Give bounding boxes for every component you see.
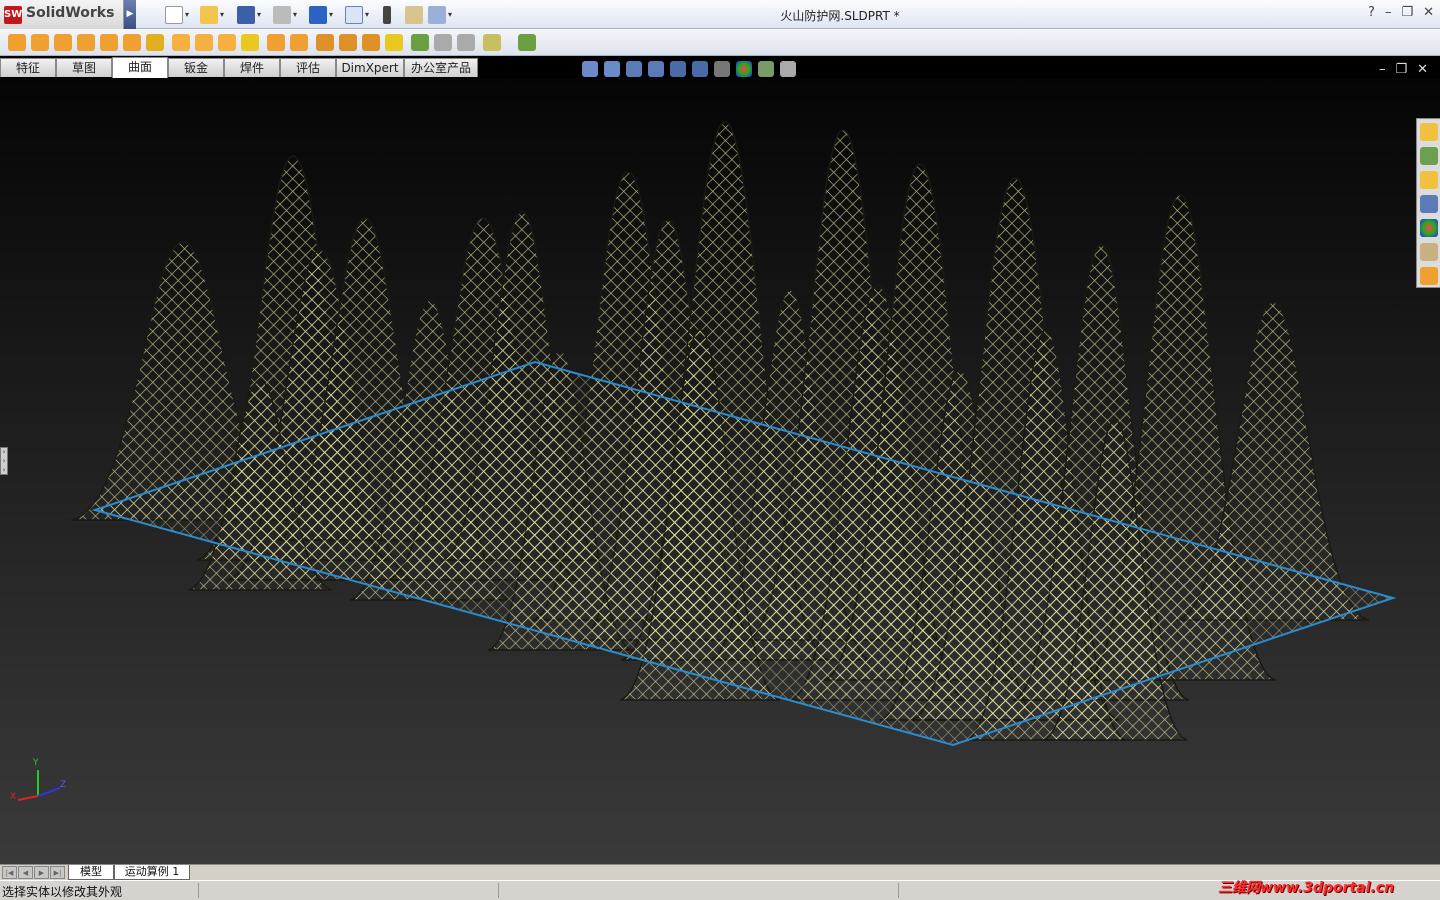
knit-surface-icon[interactable] [385, 34, 403, 51]
solidworks-resources-icon[interactable] [1420, 123, 1438, 141]
hide-show-items-icon[interactable] [714, 61, 730, 77]
thicken-icon[interactable] [411, 34, 429, 51]
bottom-tab-0[interactable]: 模型 [68, 865, 114, 880]
lofted-surface-icon[interactable] [77, 34, 95, 51]
thickened-cut-icon[interactable] [434, 34, 452, 51]
tab-2[interactable]: 曲面 [112, 57, 168, 78]
reference-geometry-icon[interactable] [483, 34, 501, 51]
heads-up-view-toolbar [582, 61, 796, 77]
window-controls: ? – ❐ ✕ [1368, 5, 1434, 20]
delete-face-icon[interactable] [267, 34, 285, 51]
zoom-to-fit-icon[interactable] [582, 61, 598, 77]
tab-7[interactable]: 办公室产品 [404, 58, 478, 77]
trim-surface-icon[interactable] [339, 34, 357, 51]
open-folder-icon[interactable] [1420, 267, 1438, 285]
surface-toolbar [0, 29, 1440, 56]
tab-0[interactable]: 特征 [0, 58, 56, 77]
select-button[interactable]: ▾ [345, 5, 369, 24]
zoom-to-area-icon[interactable] [604, 61, 620, 77]
viewport-close-button[interactable]: ✕ [1417, 62, 1428, 77]
traffic-light-icon [383, 5, 391, 24]
revolved-surface-icon[interactable] [31, 34, 49, 51]
fillet-icon[interactable] [241, 34, 259, 51]
restore-button[interactable]: ❐ [1401, 5, 1413, 20]
print-button[interactable]: ▾ [273, 5, 297, 24]
extruded-surface-icon[interactable] [8, 34, 26, 51]
replace-face-icon[interactable] [290, 34, 308, 51]
previous-view-icon[interactable] [626, 61, 642, 77]
curves-icon[interactable] [518, 34, 536, 51]
first-tab-icon[interactable]: |◀ [2, 866, 17, 879]
tab-3[interactable]: 钣金 [168, 58, 224, 77]
tab-5[interactable]: 评估 [280, 58, 336, 77]
view-settings-icon[interactable] [780, 61, 796, 77]
apply-scene-icon[interactable] [758, 61, 774, 77]
viewport-restore-button[interactable]: ❐ [1395, 62, 1407, 77]
view-palette-icon[interactable] [1420, 195, 1438, 213]
volcano-mesh-model[interactable] [0, 78, 1440, 864]
undo-button[interactable]: ▾ [309, 5, 333, 24]
graphics-area[interactable]: X Y Z [0, 78, 1440, 864]
ruled-surface-icon[interactable] [218, 34, 236, 51]
feature-manager-toggle[interactable]: › › › [0, 447, 8, 475]
solidworks-icon: SW [4, 6, 22, 24]
section-view-icon[interactable] [648, 61, 664, 77]
previous-tab-icon[interactable]: ◀ [18, 866, 33, 879]
display-style-icon[interactable] [692, 61, 708, 77]
new-button[interactable]: ▾ [165, 5, 189, 24]
triad-x-label: X [10, 792, 17, 802]
bottom-tab-1[interactable]: 运动算例 1 [114, 865, 190, 880]
open-button[interactable]: ▾ [200, 5, 224, 24]
open-folder-icon [200, 5, 218, 24]
cut-with-surface-icon[interactable] [457, 34, 475, 51]
document-title: 火山防护网.SLDPRT * [780, 9, 900, 23]
print-icon [273, 5, 291, 24]
title-bar: SW SolidWorks ▶ ▾ ▾ ▾ ▾ ▾ ▾ ▾ 火山防护网.SLDP… [0, 0, 1440, 29]
swept-surface-icon[interactable] [54, 34, 72, 51]
boundary-surface-icon[interactable] [100, 34, 118, 51]
design-library-icon[interactable] [1420, 147, 1438, 165]
minimize-button[interactable]: – [1385, 5, 1392, 20]
triad-y-label: Y [33, 758, 39, 768]
close-button[interactable]: ✕ [1423, 5, 1434, 20]
orientation-triad: X Y Z [10, 758, 70, 806]
filled-surface-icon[interactable] [123, 34, 141, 51]
viewport-minimize-button[interactable]: – [1379, 62, 1386, 77]
tab-6[interactable]: DimXpert [336, 58, 404, 77]
tab-1[interactable]: 草图 [56, 58, 112, 77]
viewport-controls: – ❐ ✕ [1379, 62, 1428, 77]
tab-4[interactable]: 焊件 [224, 58, 280, 77]
options-icon [428, 5, 446, 24]
last-tab-icon[interactable]: ▶| [50, 866, 65, 879]
status-message: 选择实体以修改其外观 [2, 885, 123, 899]
offset-surface-icon[interactable] [195, 34, 213, 51]
options-button[interactable]: ▾ [428, 5, 452, 24]
file-explorer-icon[interactable] [1420, 171, 1438, 189]
next-tab-icon[interactable]: ▶ [34, 866, 49, 879]
undo-icon [309, 5, 327, 24]
edit-appearance-icon[interactable] [736, 61, 752, 77]
freeform-icon[interactable] [146, 34, 164, 51]
view-orientation-icon[interactable] [670, 61, 686, 77]
solidworks-logo[interactable]: SW SolidWorks [0, 0, 124, 29]
new-file-icon [165, 5, 183, 24]
save-icon [237, 5, 255, 24]
triad-z-label: Z [60, 780, 67, 790]
app-name: SolidWorks [26, 5, 115, 21]
extend-surface-icon[interactable] [316, 34, 334, 51]
task-pane [1416, 118, 1440, 288]
rebuild-button[interactable] [383, 5, 391, 24]
untrim-surface-icon[interactable] [362, 34, 380, 51]
save-button[interactable]: ▾ [237, 5, 261, 24]
cursor-icon [345, 5, 363, 24]
appearances-icon[interactable] [1420, 219, 1438, 237]
watermark: 三维网www.3dportal.cn [1218, 880, 1395, 896]
menu-flyout-arrow[interactable]: ▶ [124, 0, 136, 29]
custom-properties-icon[interactable] [1420, 243, 1438, 261]
properties-icon [405, 5, 423, 24]
file-properties-button[interactable] [405, 5, 423, 24]
help-button[interactable]: ? [1368, 5, 1375, 20]
planar-surface-icon[interactable] [172, 34, 190, 51]
